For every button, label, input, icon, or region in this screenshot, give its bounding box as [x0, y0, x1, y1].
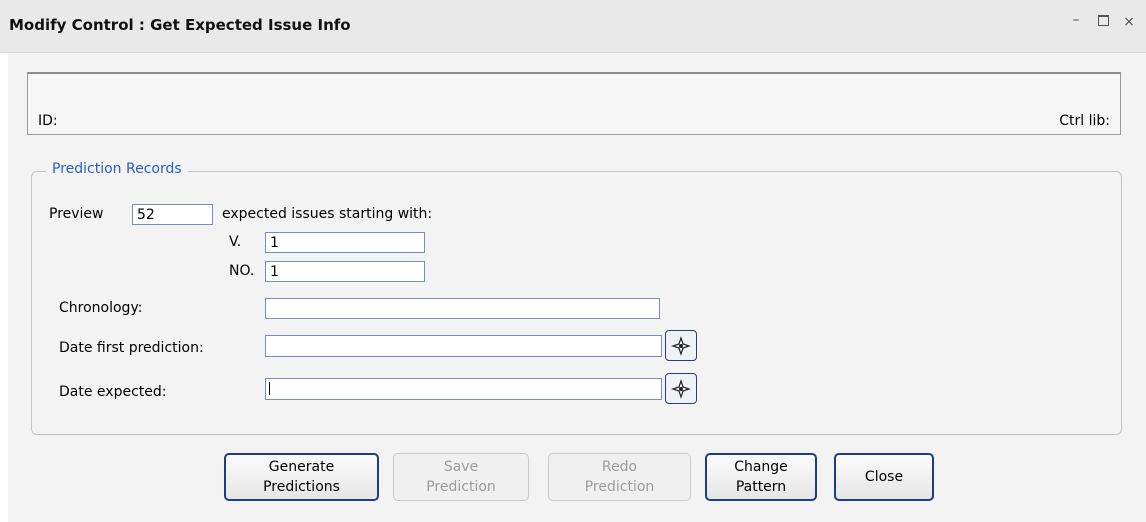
date-first-prediction-label: Date first prediction:	[59, 340, 204, 356]
redo-line1: Redo	[601, 459, 638, 475]
save-line1: Save	[443, 459, 479, 475]
minimize-button[interactable]: –	[1067, 12, 1085, 28]
change-line1: Change	[734, 459, 788, 475]
close-button[interactable]: Close	[834, 453, 934, 501]
chronology-label: Chronology:	[59, 300, 143, 316]
date-expected-label: Date expected:	[59, 384, 167, 400]
volume-label: V.	[229, 234, 242, 250]
chronology-input[interactable]	[265, 298, 660, 319]
generate-line2: Predictions	[263, 479, 340, 495]
generate-line1: Generate	[268, 459, 335, 475]
generate-predictions-button[interactable]: Generate Predictions	[224, 453, 379, 501]
prediction-records-legend: Prediction Records	[46, 161, 188, 177]
expected-issues-label: expected issues starting with:	[222, 206, 433, 222]
close-label: Close	[864, 469, 904, 485]
window-title: Modify Control : Get Expected Issue Info	[9, 16, 351, 34]
volume-input[interactable]	[265, 232, 425, 253]
date-first-calendar-button[interactable]	[665, 330, 697, 361]
close-window-button[interactable]: ×	[1120, 14, 1138, 30]
redo-line2: Prediction	[584, 479, 655, 495]
number-input[interactable]	[265, 261, 425, 282]
date-expected-calendar-button[interactable]	[665, 373, 697, 404]
maximize-icon	[1097, 15, 1109, 26]
redo-prediction-button[interactable]: Redo Prediction	[548, 453, 691, 501]
prediction-records-group: Prediction Records Preview expected issu…	[31, 161, 1122, 435]
title-bar: Modify Control : Get Expected Issue Info…	[0, 0, 1146, 53]
number-label: NO.	[229, 263, 255, 279]
calendar-icon	[671, 378, 691, 399]
text-cursor	[269, 382, 270, 395]
date-first-prediction-input[interactable]	[265, 335, 662, 357]
save-line2: Prediction	[426, 479, 496, 495]
dialog-content: ID: Ctrl lib: Prediction Records Preview…	[8, 53, 1146, 522]
date-expected-input[interactable]	[265, 378, 662, 400]
change-pattern-button[interactable]: Change Pattern	[705, 453, 817, 501]
preview-label: Preview	[49, 206, 104, 222]
id-label: ID:	[38, 113, 58, 129]
control-info-panel: ID: Ctrl lib:	[27, 72, 1121, 135]
save-prediction-button[interactable]: Save Prediction	[393, 453, 529, 501]
change-line2: Pattern	[735, 479, 787, 495]
ctrl-lib-label: Ctrl lib:	[1059, 113, 1110, 129]
maximize-button[interactable]	[1094, 14, 1112, 30]
calendar-icon	[671, 335, 691, 356]
preview-count-input[interactable]	[132, 204, 213, 225]
